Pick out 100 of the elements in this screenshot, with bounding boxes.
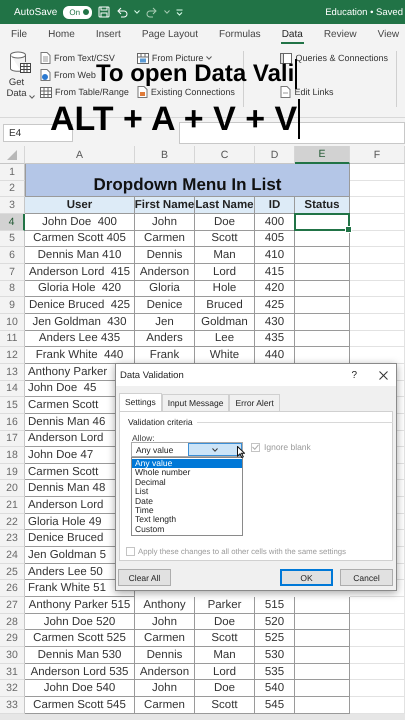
dropdown-option[interactable]: Decimal (132, 478, 242, 488)
edit-links-button[interactable]: Edit Links (294, 87, 334, 97)
row-header[interactable]: 3 (0, 197, 25, 214)
dialog-button[interactable]: Cancel (340, 569, 393, 586)
ribbon-tab[interactable]: View (376, 26, 400, 44)
from-picture-button[interactable]: From Picture (152, 53, 204, 63)
row-header[interactable]: 17 (0, 430, 25, 448)
row-header[interactable]: 7 (0, 264, 25, 281)
caret-icon (28, 95, 34, 99)
column-header[interactable]: B (135, 146, 195, 164)
dropdown-option[interactable]: Text length (132, 515, 242, 525)
table-cell (350, 697, 405, 714)
table-cell (295, 630, 350, 648)
column-header[interactable]: A (25, 146, 135, 164)
column-header[interactable]: F (350, 146, 405, 164)
from-table-button[interactable]: From Table/Range (55, 87, 129, 97)
help-button[interactable]: ? (351, 370, 357, 380)
column-heading: Last Name (195, 197, 255, 214)
from-text-button[interactable]: From Text/CSV (54, 53, 115, 63)
column-heading: ID (255, 197, 295, 214)
row-header[interactable]: 12 (0, 347, 25, 364)
row-header[interactable]: 29 (0, 630, 25, 648)
dialog-button[interactable]: OK (280, 569, 333, 586)
ribbon-tab[interactable]: Formulas (218, 26, 262, 44)
row-header[interactable]: 31 (0, 664, 25, 680)
get-data-button[interactable]: Get Data (6, 77, 28, 99)
row-header[interactable]: 24 (0, 547, 25, 564)
row-header[interactable]: 8 (0, 280, 25, 298)
caret-icon (212, 448, 218, 452)
row-header[interactable]: 18 (0, 447, 25, 464)
table-cell: John Doe 520 (25, 614, 135, 630)
row-header[interactable]: 15 (0, 397, 25, 414)
column-header[interactable]: D (255, 146, 295, 164)
row-header[interactable]: 2 (0, 180, 25, 198)
dialog-button[interactable]: Clear All (118, 569, 171, 586)
table-cell (295, 647, 350, 664)
ribbon-tab[interactable]: Review (322, 26, 358, 44)
row-header[interactable]: 19 (0, 464, 25, 480)
ribbon-tab[interactable]: Data (280, 26, 304, 44)
close-icon[interactable] (379, 370, 388, 380)
row-header[interactable]: 30 (0, 647, 25, 664)
row-header[interactable]: 14 (0, 380, 25, 398)
dropdown-option[interactable]: List (132, 487, 242, 497)
table-cell: Carmen Scott 545 (25, 697, 135, 714)
table-cell: Anthony (135, 597, 195, 614)
dialog-tab[interactable]: Settings (119, 393, 162, 412)
row-header[interactable]: 4 (0, 214, 25, 231)
customize-icon[interactable] (176, 8, 184, 16)
active-cell[interactable] (294, 212, 350, 231)
dialog-tab[interactable]: Error Alert (229, 394, 280, 411)
table-cell: 530 (255, 647, 295, 664)
table-cell: 545 (255, 697, 295, 714)
undo-icon[interactable] (116, 6, 128, 18)
ribbon-tab[interactable]: Home (47, 26, 76, 44)
autosave-toggle[interactable]: On (63, 6, 92, 18)
column-header[interactable]: C (195, 146, 255, 164)
dropdown-option[interactable]: Custom (132, 524, 242, 534)
save-icon[interactable] (98, 6, 110, 18)
row-header[interactable]: 28 (0, 614, 25, 630)
row-header[interactable]: 16 (0, 414, 25, 430)
row-header[interactable]: 9 (0, 297, 25, 314)
ribbon-tab[interactable]: Insert (94, 26, 122, 44)
row-header[interactable]: 32 (0, 680, 25, 697)
table-cell (295, 597, 350, 614)
table-cell (295, 280, 350, 298)
row-header[interactable]: 26 (0, 580, 25, 598)
dropdown-option[interactable]: Date (132, 496, 242, 506)
allow-dropdown[interactable]: Any value (131, 442, 243, 457)
field-label: Allow: (132, 433, 155, 443)
row-header[interactable]: 33 (0, 697, 25, 714)
row-header[interactable]: 6 (0, 247, 25, 264)
row-header[interactable]: 11 (0, 330, 25, 348)
table-cell: Parker (195, 597, 255, 614)
row-header[interactable]: 22 (0, 514, 25, 530)
from-web-button[interactable]: From Web (54, 70, 96, 80)
dropdown-option[interactable]: Any value (132, 459, 242, 468)
row-header[interactable]: 27 (0, 597, 25, 614)
dropdown-option[interactable]: Time (132, 506, 242, 516)
caret-icon (206, 56, 212, 60)
row-header[interactable]: 10 (0, 314, 25, 331)
row-header[interactable]: 5 (0, 230, 25, 248)
table-cell (350, 330, 405, 348)
row-header[interactable]: 21 (0, 497, 25, 514)
ribbon-tab[interactable]: Page Layout (140, 26, 199, 44)
queries-connections-button[interactable]: Queries & Connections (295, 53, 388, 63)
row-header[interactable]: 20 (0, 480, 25, 498)
row-header[interactable]: 23 (0, 530, 25, 548)
dropdown-option[interactable]: Whole number (132, 468, 242, 478)
table-cell: Lee (195, 330, 255, 348)
table-cell (350, 614, 405, 630)
ribbon-tab[interactable]: File (10, 26, 28, 44)
row-header[interactable]: 13 (0, 364, 25, 381)
column-header[interactable]: E (295, 146, 350, 164)
row-header[interactable]: 1 (0, 164, 25, 181)
redo-icon[interactable] (146, 6, 158, 18)
dialog-tab[interactable]: Input Message (162, 394, 230, 411)
row-header[interactable]: 25 (0, 564, 25, 580)
column-heading: Status (295, 197, 350, 214)
existing-connections-button[interactable]: Existing Connections (150, 87, 235, 97)
caption-text: To open Data Vali (96, 60, 294, 88)
